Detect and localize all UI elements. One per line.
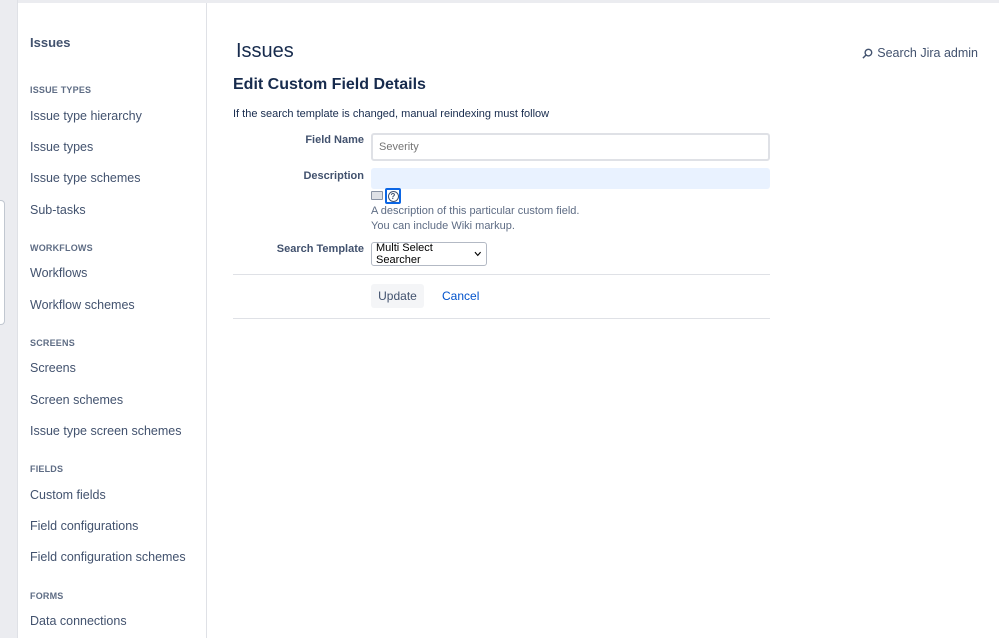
help-icon[interactable]: ? <box>385 188 401 204</box>
background-fragment <box>0 200 5 325</box>
sidebar-item-issue-type-schemes[interactable]: Issue type schemes <box>30 171 140 185</box>
search-jira-admin-link[interactable]: Search Jira admin <box>862 46 978 60</box>
description-label: Description <box>303 170 364 182</box>
update-button[interactable]: Update <box>371 284 424 308</box>
sidebar-item-screen-schemes[interactable]: Screen schemes <box>30 393 123 407</box>
sidebar-item-custom-fields[interactable]: Custom fields <box>30 488 106 502</box>
reindex-notice: If the search template is changed, manua… <box>233 108 550 120</box>
search-template-label: Search Template <box>276 243 364 255</box>
sidebar-section-workflows: WORKFLOWS <box>30 243 93 253</box>
form-divider-top <box>233 274 770 275</box>
sidebar-item-field-configuration-schemes[interactable]: Field configuration schemes <box>30 550 186 564</box>
sidebar-item-issue-type-screen-schemes[interactable]: Issue type screen schemes <box>30 424 181 438</box>
wiki-markup-hint: You can include Wiki markup. <box>371 220 515 232</box>
sidebar-section-issue-types: ISSUE TYPES <box>30 85 92 95</box>
sidebar-item-issue-type-hierarchy[interactable]: Issue type hierarchy <box>30 109 142 123</box>
sidebar-title: Issues <box>30 35 71 50</box>
search-jira-admin-label: Search Jira admin <box>877 46 978 60</box>
left-gutter <box>0 0 18 638</box>
description-textarea[interactable] <box>371 168 770 189</box>
sidebar-item-screens[interactable]: Screens <box>30 361 76 375</box>
sidebar-section-forms: FORMS <box>30 591 64 601</box>
page-title: Issues <box>236 40 294 62</box>
field-name-label: Field Name <box>305 134 364 146</box>
form-divider-bottom <box>233 318 770 319</box>
chevron-down-icon <box>474 251 482 257</box>
admin-sidebar: Issues ISSUE TYPES Issue type hierarchy … <box>18 3 207 638</box>
search-template-select[interactable]: Multi Select Searcher <box>371 242 487 266</box>
form-title: Edit Custom Field Details <box>233 76 426 93</box>
sidebar-item-issue-types[interactable]: Issue types <box>30 140 93 154</box>
sidebar-item-sub-tasks[interactable]: Sub-tasks <box>30 203 86 217</box>
cancel-button[interactable]: Cancel <box>435 284 486 308</box>
sidebar-section-screens: SCREENS <box>30 338 75 348</box>
search-icon <box>862 48 873 59</box>
description-hint: A description of this particular custom … <box>371 205 580 217</box>
sidebar-section-fields: FIELDS <box>30 464 64 474</box>
field-name-input[interactable] <box>371 133 770 161</box>
search-template-value: Multi Select Searcher <box>376 242 433 266</box>
sidebar-item-field-configurations[interactable]: Field configurations <box>30 519 138 533</box>
sidebar-item-workflow-schemes[interactable]: Workflow schemes <box>30 298 135 312</box>
sidebar-item-data-connections[interactable]: Data connections <box>30 614 127 628</box>
sidebar-item-workflows[interactable]: Workflows <box>30 266 87 280</box>
main-content: Issues Search Jira admin Edit Custom Fie… <box>207 3 999 638</box>
wiki-markup-icon[interactable] <box>371 191 383 200</box>
